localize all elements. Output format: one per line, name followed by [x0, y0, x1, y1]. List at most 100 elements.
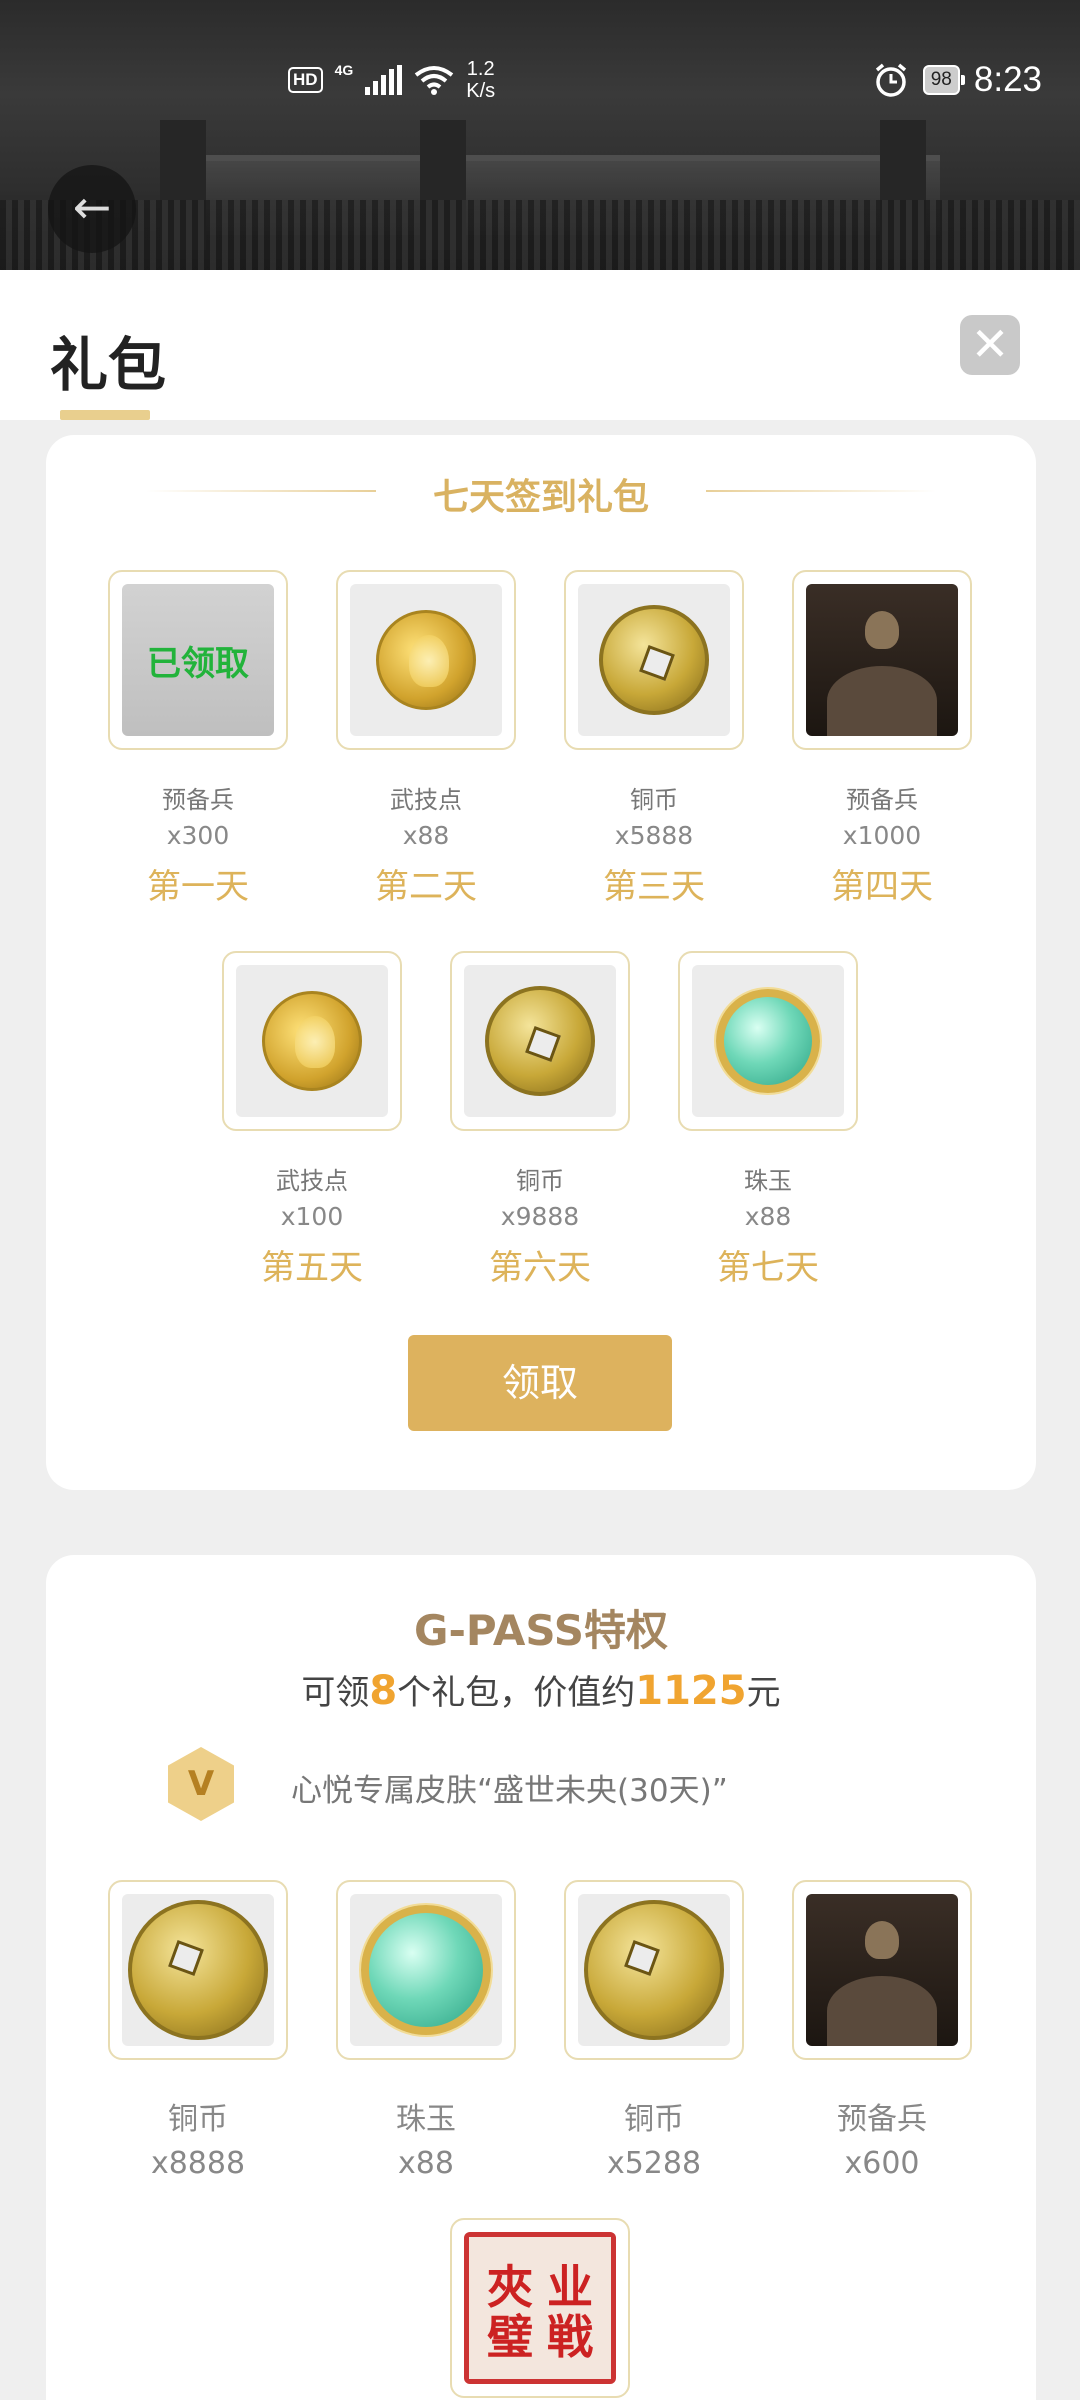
day-item-6[interactable]: 铜币 x9888 第六天: [450, 951, 630, 1291]
item-qty: x300: [166, 821, 230, 850]
soldier-shape: [806, 584, 958, 736]
gpass-subtitle: 可领8个礼包，价值约1125元: [46, 1665, 1036, 1714]
battery-icon: 98: [922, 65, 966, 95]
signin-title: 七天签到礼包: [432, 477, 649, 518]
gpass-card: G-PASS特权 可领8个礼包，价值约1125元 V 心悦专属皮肤“盛世未央(3…: [46, 1555, 1036, 2400]
item-qty: x5288: [606, 2146, 702, 2181]
seal-glyph: 璧: [487, 2310, 533, 2364]
jade-icon: [692, 965, 844, 1117]
gpass-item-5[interactable]: 夾 业 璧 戦: [450, 2218, 630, 2398]
item-name: 铜币: [516, 1167, 564, 1195]
medal-shape: [376, 610, 476, 710]
coin-shape: [584, 1900, 724, 2040]
jade-icon: [350, 1894, 502, 2046]
arrow-left-icon: ←: [72, 180, 112, 234]
close-button[interactable]: ✕: [960, 315, 1020, 375]
reward-frame: [336, 1880, 516, 2060]
reward-frame: 夾 业 璧 戦: [450, 2218, 630, 2398]
day-item-1[interactable]: 已领取 预备兵 x300 第一天: [108, 570, 288, 910]
speed-unit: K/s: [466, 80, 496, 102]
item-qty: x100: [280, 1202, 344, 1231]
skill-point-icon: [350, 584, 502, 736]
reward-frame: [678, 951, 858, 1131]
item-qty: x88: [744, 1202, 792, 1231]
close-icon: ✕: [970, 317, 1010, 371]
day-label: 第四天: [831, 867, 933, 907]
reward-frame: [792, 1880, 972, 2060]
day-item-4[interactable]: 预备兵 x1000 第四天: [792, 570, 972, 910]
signin-gift-card: 七天签到礼包 已领取 预备兵 x300 第一天 武技点 x88 第二天 铜币 x…: [46, 435, 1036, 1490]
reward-frame: [450, 951, 630, 1131]
item-qty: x1000: [842, 821, 922, 850]
signal-icon: [365, 65, 403, 95]
seal-glyph: 戦: [547, 2310, 593, 2364]
page-title: 礼包: [50, 331, 167, 399]
coin-shape: [128, 1900, 268, 2040]
coin-shape: [599, 605, 709, 715]
subtitle-suffix: 元: [746, 1673, 781, 1713]
reward-frame: [792, 570, 972, 750]
item-qty: x88: [402, 821, 450, 850]
reward-frame: [222, 951, 402, 1131]
copper-coin-icon: [464, 965, 616, 1117]
item-name: 预备兵: [837, 2102, 927, 2137]
vip-badge-icon: V: [168, 1747, 234, 1821]
reward-frame: [336, 570, 516, 750]
item-qty: x600: [844, 2146, 920, 2181]
gift-count: 8: [369, 1668, 398, 1714]
day-item-2[interactable]: 武技点 x88 第二天: [336, 570, 516, 910]
reserve-soldier-icon: [806, 1894, 958, 2046]
item-name: 铜币: [624, 2102, 684, 2137]
game-banner: HD 4G 1.2 K/s 98 8:23 ←: [0, 0, 1080, 270]
copper-coin-icon: [578, 1894, 730, 2046]
skill-point-icon: [236, 965, 388, 1117]
tab-indicator: [60, 410, 150, 420]
reward-frame: 已领取: [108, 570, 288, 750]
jade-shape: [716, 989, 820, 1093]
banner-army: [0, 200, 1080, 270]
item-name: 武技点: [390, 786, 462, 814]
day-label: 第二天: [375, 867, 477, 907]
claim-button[interactable]: 领取: [408, 1335, 672, 1431]
speed-value: 1.2: [466, 58, 495, 80]
reward-frame: [564, 570, 744, 750]
item-qty: x88: [398, 2146, 454, 2181]
gpass-title: G-PASS特权: [414, 1606, 668, 1655]
copper-coin-icon: [578, 584, 730, 736]
item-name: 珠玉: [396, 2102, 456, 2137]
status-bar-left: HD 4G 1.2 K/s: [288, 55, 495, 105]
subtitle-prefix: 可领: [301, 1673, 370, 1713]
claimed-label: 已领取: [147, 643, 249, 684]
divider: [706, 490, 936, 492]
alarm-icon: [875, 63, 906, 97]
wifi-icon: [415, 66, 454, 95]
reward-frame: [108, 1880, 288, 2060]
status-time: 8:23: [973, 60, 1042, 99]
red-seal-icon: 夾 业 璧 戦: [464, 2232, 616, 2384]
item-name: 珠玉: [744, 1167, 792, 1195]
network-type: 4G: [334, 62, 354, 78]
item-qty: x8888: [150, 2146, 246, 2181]
gpass-item-1[interactable]: 铜币 x8888: [108, 1880, 288, 2186]
gpass-item-2[interactable]: 珠玉 x88: [336, 1880, 516, 2186]
skin-perk-text: 心悦专属皮肤“盛世未央(30天)”: [291, 1773, 728, 1809]
day-label: 第六天: [489, 1248, 591, 1288]
item-name: 预备兵: [846, 786, 918, 814]
day-item-7[interactable]: 珠玉 x88 第七天: [678, 951, 858, 1291]
gift-value: 1125: [635, 1668, 747, 1714]
network-speed: 1.2 K/s: [466, 58, 495, 102]
soldier-shape: [806, 1894, 958, 2046]
gpass-item-4[interactable]: 预备兵 x600: [792, 1880, 972, 2186]
reward-frame: [564, 1880, 744, 2060]
item-name: 武技点: [276, 1167, 348, 1195]
item-qty: x9888: [500, 1202, 580, 1231]
hd-icon: HD: [288, 67, 323, 93]
reserve-soldier-icon: [806, 584, 958, 736]
medal-shape: [262, 991, 362, 1091]
coin-shape: [485, 986, 595, 1096]
day-item-3[interactable]: 铜币 x5888 第三天: [564, 570, 744, 910]
day-label: 第七天: [717, 1248, 819, 1288]
day-item-5[interactable]: 武技点 x100 第五天: [222, 951, 402, 1291]
gpass-item-3[interactable]: 铜币 x5288: [564, 1880, 744, 2186]
back-button[interactable]: ←: [48, 165, 136, 253]
